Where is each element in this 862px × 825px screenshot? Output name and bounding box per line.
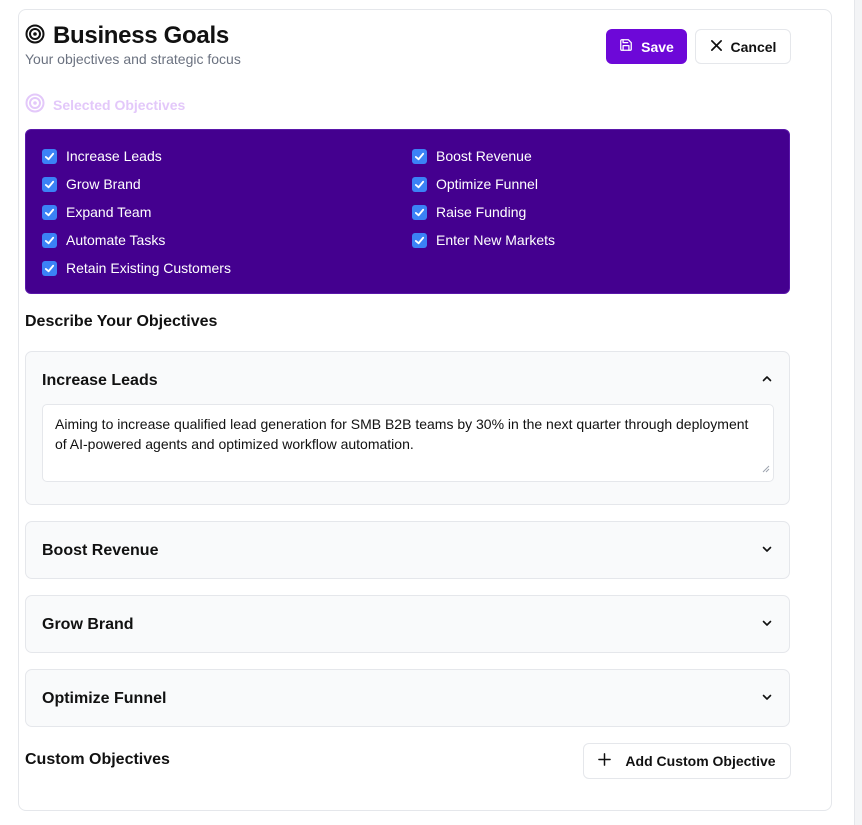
save-icon	[619, 38, 633, 55]
checkbox-checked-icon[interactable]	[42, 260, 57, 276]
chevron-down-icon[interactable]	[761, 690, 773, 708]
objective-checkbox-increase-leads[interactable]: Increase Leads	[42, 148, 162, 164]
objective-label: Raise Funding	[436, 204, 527, 220]
save-button[interactable]: Save	[606, 29, 687, 64]
scrollbar-track[interactable]	[854, 0, 862, 825]
objective-label: Optimize Funnel	[436, 176, 538, 192]
objective-label: Increase Leads	[66, 148, 162, 164]
objective-checkbox-enter-new-markets[interactable]: Enter New Markets	[412, 232, 555, 248]
accordion-title: Grow Brand	[42, 615, 134, 633]
accordion-grow-brand: Grow Brand	[25, 595, 790, 653]
describe-objectives-heading: Describe Your Objectives	[25, 313, 218, 330]
save-label: Save	[641, 38, 674, 55]
checkbox-checked-icon[interactable]	[42, 176, 57, 192]
checkbox-checked-icon[interactable]	[42, 232, 57, 248]
objective-checkbox-retain-existing-customers[interactable]: Retain Existing Customers	[42, 260, 231, 276]
objective-label: Enter New Markets	[436, 232, 556, 248]
accordion-boost-revenue: Boost Revenue	[25, 521, 790, 579]
selected-objectives-label: Selected Objectives	[53, 96, 186, 113]
accordion-header[interactable]: Grow Brand	[26, 596, 789, 653]
objective-label: Automate Tasks	[66, 232, 166, 248]
accordion-title: Boost Revenue	[42, 541, 159, 559]
objective-label: Grow Brand	[66, 176, 141, 192]
add-custom-objective-button[interactable]: Add Custom Objective	[583, 743, 791, 779]
checkbox-checked-icon[interactable]	[412, 148, 427, 164]
checkbox-checked-icon[interactable]	[412, 176, 427, 192]
checkbox-checked-icon[interactable]	[42, 204, 57, 220]
accordion-header[interactable]: Optimize Funnel	[26, 670, 789, 727]
objective-checkbox-boost-revenue[interactable]: Boost Revenue	[412, 148, 532, 164]
objective-description-text: Aiming to increase qualified lead genera…	[55, 416, 749, 452]
objective-description-textarea[interactable]: Aiming to increase qualified lead genera…	[42, 404, 774, 482]
objective-checkbox-raise-funding[interactable]: Raise Funding	[412, 204, 526, 220]
chevron-up-icon[interactable]	[761, 372, 773, 390]
custom-objectives-heading: Custom Objectives	[25, 751, 170, 768]
objective-checkbox-optimize-funnel[interactable]: Optimize Funnel	[412, 176, 538, 192]
target-icon	[25, 24, 45, 49]
objective-checkbox-automate-tasks[interactable]: Automate Tasks	[42, 232, 165, 248]
accordion-increase-leads: Increase Leads Aiming to increase qualif…	[25, 351, 790, 505]
checkbox-checked-icon[interactable]	[42, 148, 57, 164]
page-header: Business Goals	[25, 22, 229, 50]
objective-label: Retain Existing Customers	[66, 260, 231, 276]
chevron-down-icon[interactable]	[761, 616, 773, 634]
selected-objectives-heading: Selected Objectives	[25, 93, 185, 116]
checkbox-checked-icon[interactable]	[412, 232, 427, 248]
page-title: Business Goals	[53, 22, 229, 49]
close-icon	[710, 39, 723, 55]
objective-checkbox-grow-brand[interactable]: Grow Brand	[42, 176, 141, 192]
selected-objectives-panel: Increase Leads Grow Brand Expand Team Au…	[25, 129, 790, 294]
objective-label: Expand Team	[66, 204, 152, 220]
objective-label: Boost Revenue	[436, 148, 532, 164]
accordion-title: Optimize Funnel	[42, 689, 167, 707]
accordion-header[interactable]: Boost Revenue	[26, 522, 789, 579]
accordion-header[interactable]: Increase Leads	[26, 352, 789, 409]
resize-handle-icon[interactable]	[762, 458, 770, 478]
add-custom-objective-label: Add Custom Objective	[625, 753, 776, 769]
target-icon	[25, 93, 45, 116]
chevron-down-icon[interactable]	[761, 542, 773, 560]
accordion-title: Increase Leads	[42, 371, 158, 389]
cancel-label: Cancel	[730, 38, 777, 55]
accordion-optimize-funnel: Optimize Funnel	[25, 669, 790, 727]
plus-icon	[598, 753, 612, 769]
checkbox-checked-icon[interactable]	[412, 204, 427, 220]
objective-checkbox-expand-team[interactable]: Expand Team	[42, 204, 151, 220]
page-subtitle: Your objectives and strategic focus	[25, 51, 241, 67]
cancel-button[interactable]: Cancel	[695, 29, 791, 64]
